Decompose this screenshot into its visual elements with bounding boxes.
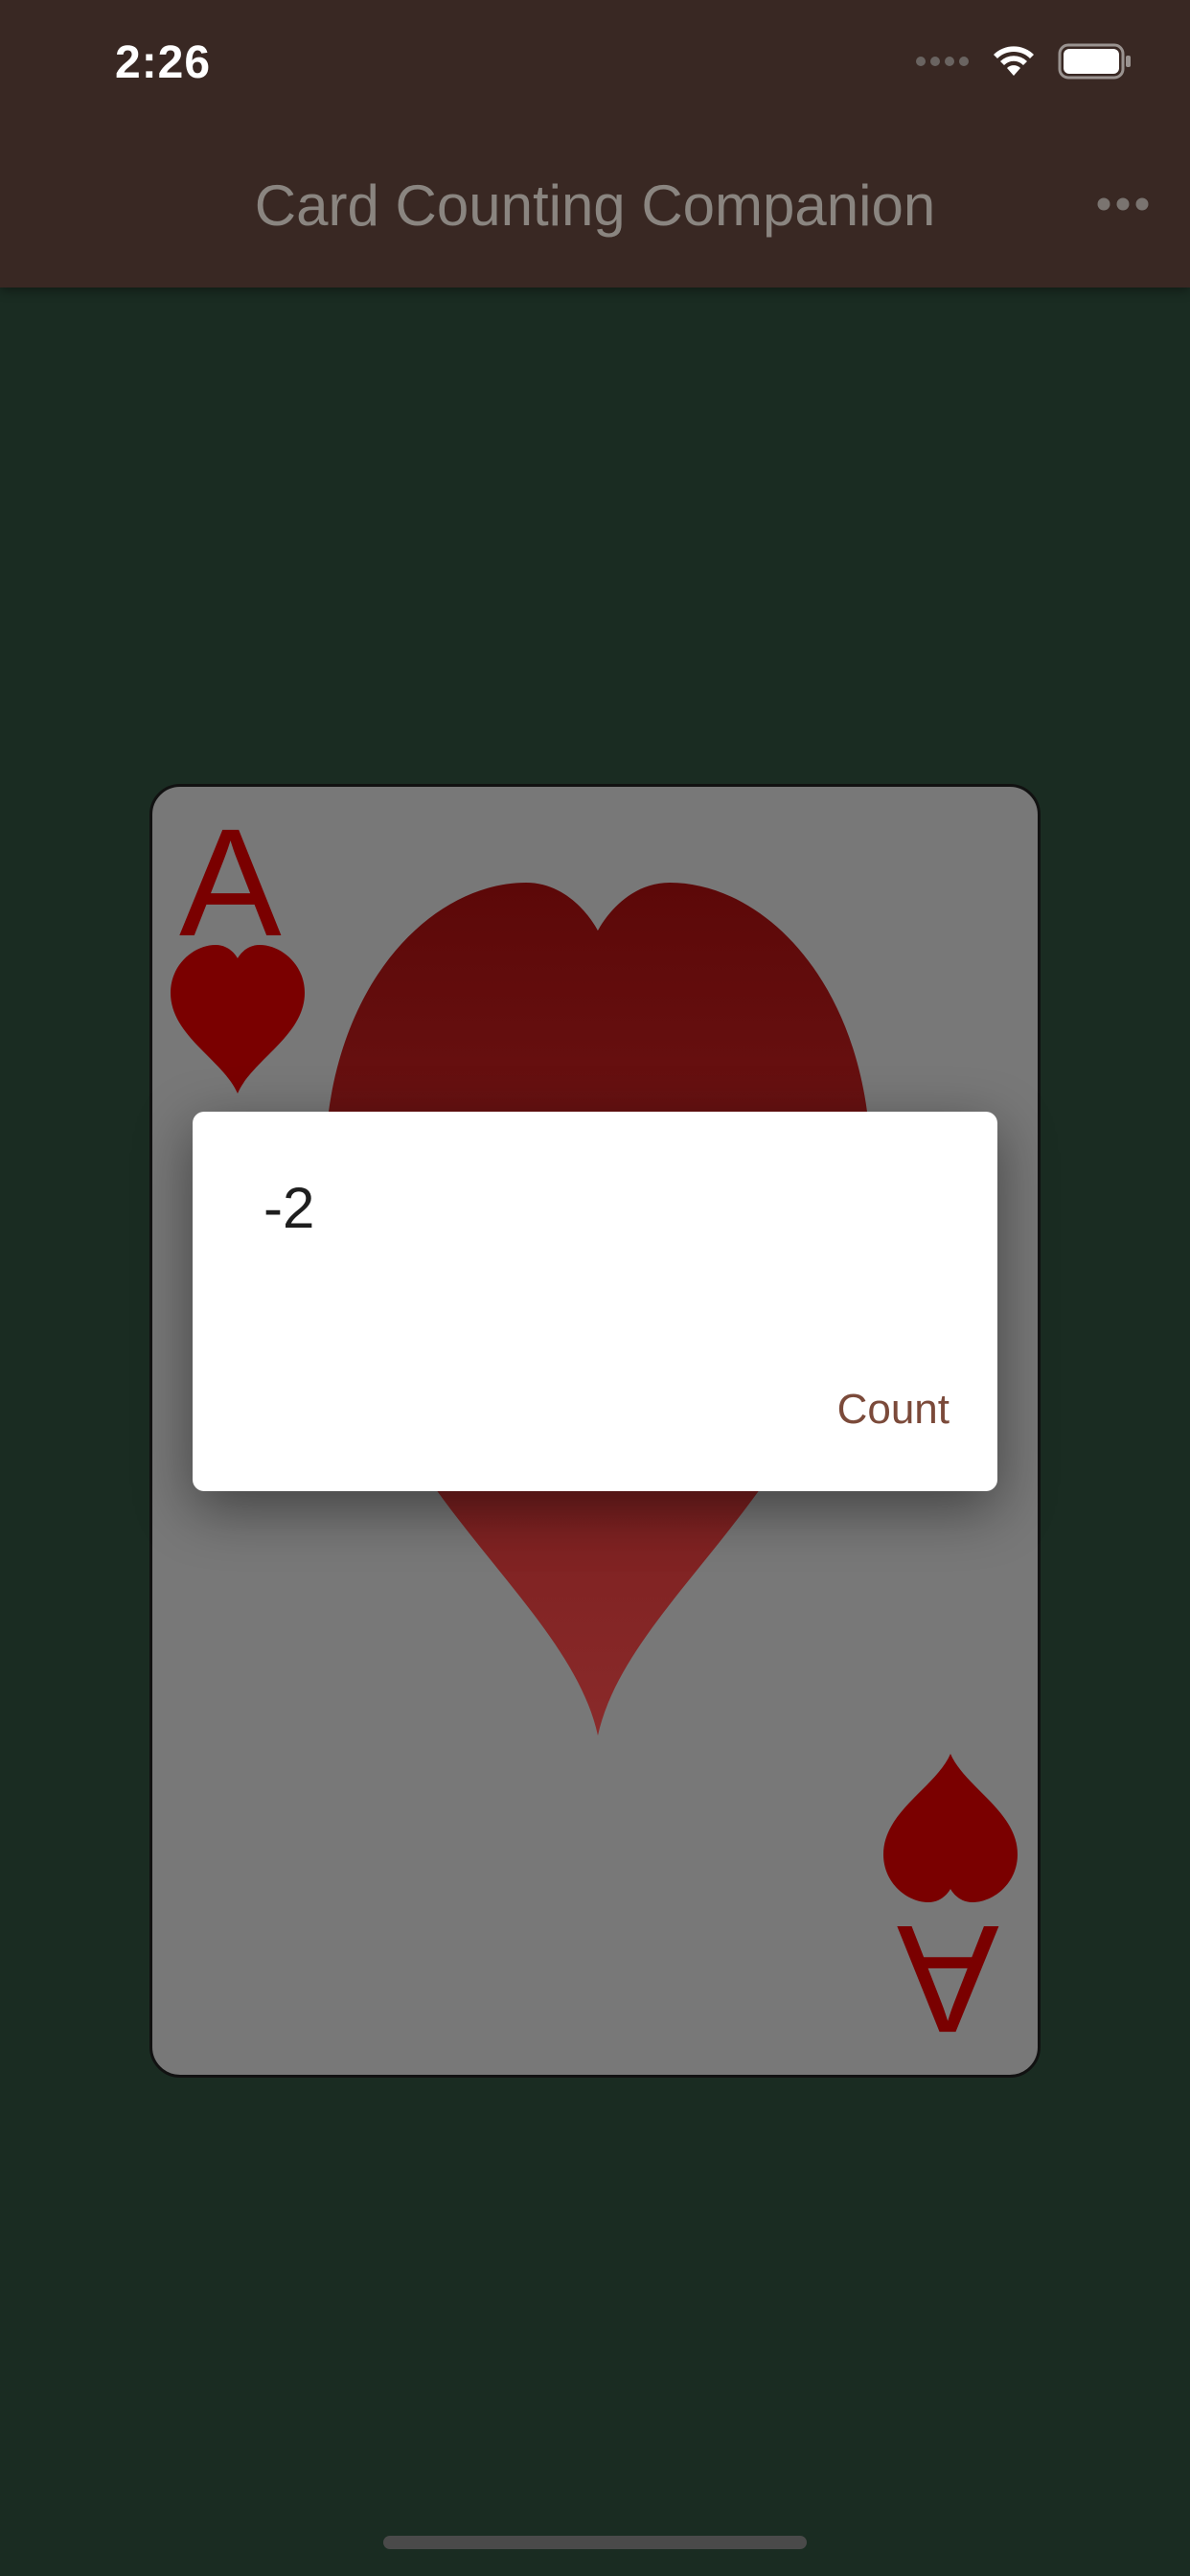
card-rank-top: A xyxy=(179,796,282,968)
battery-icon xyxy=(1058,43,1133,84)
heart-icon-bottom xyxy=(879,1749,1022,1902)
more-horizontal-icon xyxy=(1096,197,1150,216)
heart-icon xyxy=(166,945,309,1098)
status-time: 2:26 xyxy=(115,37,212,88)
wifi-icon xyxy=(991,44,1037,83)
status-icons xyxy=(916,42,1133,84)
cellular-signal-icon xyxy=(916,55,970,73)
home-indicator[interactable] xyxy=(383,2536,807,2549)
count-dialog: -2 Count xyxy=(193,1112,997,1491)
more-options-button[interactable] xyxy=(1085,182,1161,230)
count-button[interactable]: Count xyxy=(837,1386,950,1434)
card-rank-bottom: A xyxy=(897,1894,999,2065)
app-bar: 2:26 Card Counting Companion xyxy=(0,0,1190,288)
dialog-message: -2 xyxy=(263,1176,315,1240)
app-title: Card Counting Companion xyxy=(254,173,936,238)
